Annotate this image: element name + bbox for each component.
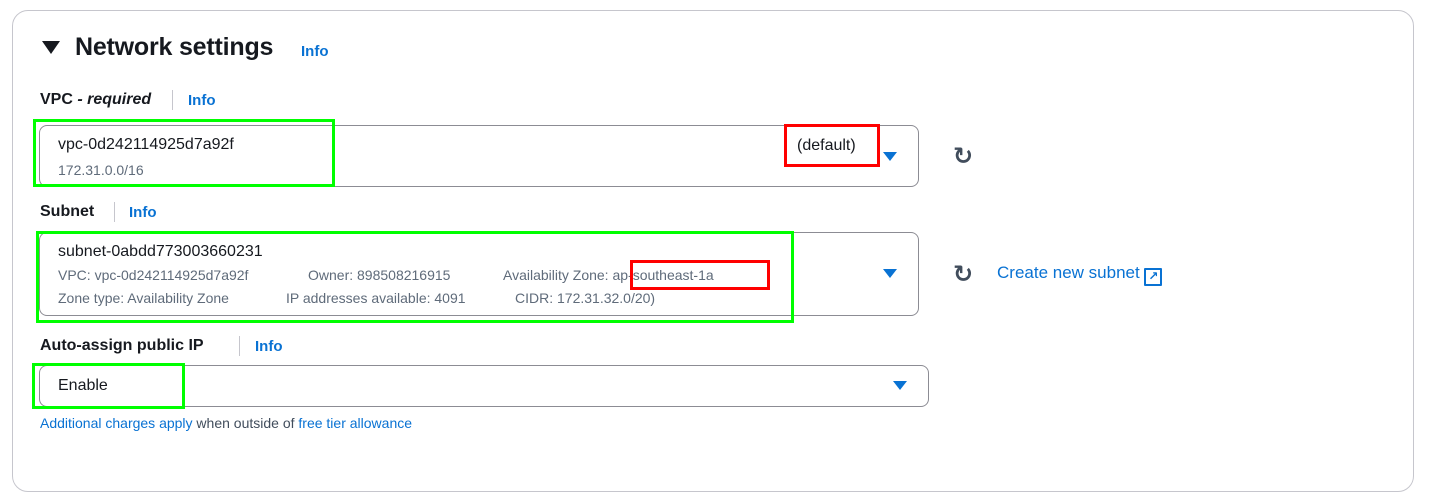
public-ip-note: Additional charges apply when outside of… [40,415,412,431]
vpc-info-link[interactable]: Info [188,92,216,109]
chevron-down-icon [893,381,907,390]
additional-charges-link[interactable]: Additional charges apply [40,415,193,431]
annotation-box [33,119,335,187]
annotation-box [630,260,770,290]
divider [172,90,173,110]
chevron-down-icon [883,152,897,161]
subnet-info-link[interactable]: Info [129,204,157,221]
section-info-link[interactable]: Info [301,43,329,60]
divider [114,202,115,222]
collapse-triangle-icon[interactable] [42,41,60,54]
section-title: Network settings [75,33,274,61]
refresh-vpc-icon[interactable]: ↻ [953,142,973,171]
chevron-down-icon [883,269,897,278]
create-subnet-text: Create new subnet [997,263,1140,282]
public-ip-info-link[interactable]: Info [255,338,283,355]
subnet-label: Subnet [40,203,95,220]
vpc-label-text: VPC [40,91,73,108]
divider [239,336,240,356]
note-text: when outside of [192,415,299,431]
annotation-box [32,363,185,409]
public-ip-label: Auto-assign public IP [40,337,204,354]
annotation-box [784,124,880,167]
vpc-required: - required [77,91,152,108]
create-new-subnet-link[interactable]: Create new subnet ↗ [997,263,1163,286]
refresh-subnet-icon[interactable]: ↻ [953,260,973,289]
vpc-label: VPC - required [40,91,151,109]
free-tier-link[interactable]: free tier allowance [298,415,412,431]
external-link-icon: ↗ [1144,268,1163,286]
